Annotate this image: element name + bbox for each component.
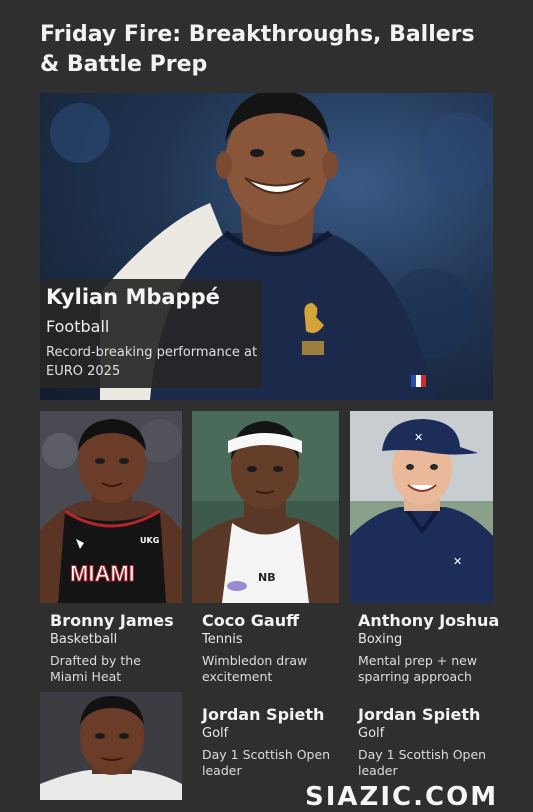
- basketball-player-illustration: UKG MIAMI: [40, 411, 182, 603]
- card-player-sport: Golf: [358, 726, 385, 741]
- card-player-sport: Basketball: [50, 632, 118, 647]
- card-player-sport: Golf: [202, 726, 229, 741]
- card-player-sport: Boxing: [358, 632, 403, 647]
- card-photo-tennis[interactable]: NB: [192, 411, 339, 603]
- card-player-name: Coco Gauff: [202, 611, 300, 630]
- card-player-note: Day 1 Scottish Open leader: [358, 747, 487, 778]
- svg-text:✕: ✕: [414, 431, 423, 444]
- card-player-note: Wimbledon draw excitement: [202, 653, 308, 684]
- svg-text:UKG: UKG: [140, 536, 159, 545]
- tennis-player-illustration: NB: [192, 411, 339, 603]
- hero-player-sport: Football: [46, 317, 110, 336]
- svg-text:✕: ✕: [453, 555, 462, 568]
- card-player-note: Day 1 Scottish Open leader: [202, 747, 331, 778]
- card-player-note: Drafted by the Miami Heat: [50, 653, 141, 684]
- svg-text:NB: NB: [258, 571, 276, 584]
- hero-player-name: Kylian Mbappé: [46, 285, 220, 309]
- boxer-illustration: [40, 692, 182, 800]
- svg-text:MIAMI: MIAMI: [70, 561, 135, 586]
- article-headline: Friday Fire: Breakthroughs, Ballers & Ba…: [40, 22, 475, 77]
- golfer-illustration: ✕ ✕: [350, 411, 493, 603]
- card-player-sport: Tennis: [202, 632, 243, 647]
- card-player-name: Anthony Joshua: [358, 611, 500, 630]
- svg-text:★★: ★★: [306, 305, 319, 313]
- site-watermark: SIAZIC.COM: [305, 782, 499, 812]
- card-player-note: Mental prep + new sparring approach: [358, 653, 478, 684]
- card-photo-boxer[interactable]: [40, 692, 182, 800]
- hero-player-note: Record-breaking performance at EURO 2025: [46, 345, 258, 379]
- card-photo-basketball[interactable]: UKG MIAMI: [40, 411, 182, 603]
- nb-logo-icon: NB: [258, 571, 276, 584]
- card-player-name: Jordan Spieth: [358, 705, 481, 724]
- card-player-name: Bronny James: [50, 611, 174, 630]
- hero-caption: Kylian Mbappé Football Record-breaking p…: [40, 279, 262, 388]
- card-player-name: Jordan Spieth: [202, 705, 325, 724]
- card-photo-boxing[interactable]: ✕ ✕: [350, 411, 493, 603]
